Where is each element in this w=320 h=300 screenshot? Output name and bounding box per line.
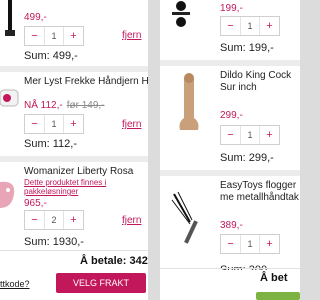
item-separator — [0, 156, 148, 162]
item-separator — [160, 170, 300, 176]
decrement-button[interactable]: − — [25, 30, 44, 42]
increment-button[interactable]: + — [64, 118, 83, 130]
quantity-value[interactable]: 1 — [240, 235, 260, 253]
increment-button[interactable]: + — [260, 20, 279, 32]
total-amount: Å bet — [260, 272, 288, 284]
discount-code-link[interactable]: ttkode? — [0, 279, 30, 289]
product-image-womanizer — [0, 176, 20, 212]
decrement-button[interactable]: − — [221, 238, 240, 250]
remove-link[interactable]: fjern — [122, 119, 141, 130]
product-title[interactable]: Dildo King Cock Sur inch — [220, 70, 300, 94]
cart-panel-left: 499,- − 1 + fjern Sum: 499,- Mer Lyst Fr… — [0, 0, 148, 300]
quantity-value[interactable]: 1 — [240, 17, 260, 35]
increment-button[interactable]: + — [64, 30, 83, 42]
remove-link[interactable]: fjern — [122, 215, 141, 226]
item-sum: Sum: 1930,- — [24, 236, 84, 248]
product-image-flogger — [170, 186, 206, 250]
quantity-value[interactable]: 1 — [44, 115, 64, 133]
item-separator — [160, 60, 300, 66]
quantity-stepper[interactable]: − 1 + — [24, 114, 84, 134]
item-price: 299,- — [220, 110, 243, 121]
total-divider — [160, 268, 300, 269]
quantity-stepper[interactable]: − 2 + — [24, 210, 84, 230]
total-divider — [0, 250, 148, 251]
item-sum: Sum: 499,- — [24, 50, 78, 62]
product-image-restraint — [168, 0, 194, 30]
item-separator — [0, 66, 148, 72]
choose-shipping-button[interactable] — [256, 292, 300, 300]
quantity-stepper[interactable]: − 1 + — [220, 234, 280, 254]
item-price: 965,- — [24, 198, 47, 209]
decrement-button[interactable]: − — [25, 118, 44, 130]
increment-button[interactable]: + — [260, 129, 279, 141]
product-image-dildo — [174, 72, 204, 134]
increment-button[interactable]: + — [64, 214, 83, 226]
item-price: NÅ 112,- før 149,- — [24, 100, 105, 111]
item-sum: Sum: 112,- — [24, 138, 77, 150]
total-amount: Å betale: 3428, — [80, 255, 148, 267]
bundle-info-link[interactable]: Dette produktet finnes i pakkeløsninger — [24, 178, 124, 196]
item-price: 499,- — [24, 12, 47, 23]
product-title[interactable]: Mer Lyst Frekke Håndjern Hvit — [24, 76, 148, 88]
product-image-handcuffs — [0, 80, 20, 110]
item-price: 199,- — [220, 3, 243, 14]
remove-link[interactable]: fjern — [122, 30, 141, 41]
cart-panel-right: 199,- − 1 + Sum: 199,- Dildo King Cock S… — [160, 0, 300, 300]
product-title[interactable]: EasyToys flogger me metallhåndtak — [220, 180, 300, 204]
item-price: 389,- — [220, 220, 243, 231]
product-image-whip — [0, 0, 20, 38]
quantity-stepper[interactable]: − 1 + — [24, 26, 84, 46]
sale-price: NÅ 112,- — [24, 100, 63, 111]
quantity-stepper[interactable]: − 1 + — [220, 16, 280, 36]
item-sum: Sum: 299,- — [220, 152, 274, 164]
product-title[interactable]: Womanizer Liberty Rosa — [24, 166, 133, 178]
choose-shipping-button[interactable]: VELG FRAKT — [56, 273, 146, 293]
increment-button[interactable]: + — [260, 238, 279, 250]
quantity-value[interactable]: 1 — [44, 27, 64, 45]
decrement-button[interactable]: − — [221, 20, 240, 32]
decrement-button[interactable]: − — [221, 129, 240, 141]
quantity-value[interactable]: 1 — [240, 126, 260, 144]
decrement-button[interactable]: − — [25, 214, 44, 226]
quantity-value[interactable]: 2 — [44, 211, 64, 229]
item-sum: Sum: 199,- — [220, 42, 274, 54]
original-price: før 149,- — [66, 100, 105, 111]
quantity-stepper[interactable]: − 1 + — [220, 125, 280, 145]
